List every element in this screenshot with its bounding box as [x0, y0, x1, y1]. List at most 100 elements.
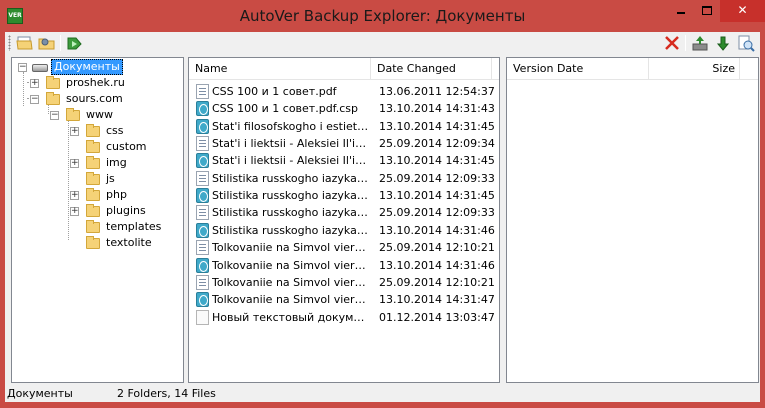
tree-item-php[interactable]: + php — [14, 187, 182, 203]
delete-button[interactable] — [662, 34, 682, 52]
backup-button[interactable] — [690, 34, 710, 52]
expand-icon[interactable]: + — [70, 207, 79, 216]
folder-icon — [86, 172, 100, 185]
tree-item-textolite[interactable]: textolite — [14, 235, 182, 251]
file-row[interactable]: Stilistika russkogho iazyka - Irin... 13.… — [189, 187, 499, 204]
file-row[interactable]: Stilistika russkogho iazyka - Irin... 25.… — [189, 170, 499, 187]
file-date-changed: 25.09.2014 12:09:34 — [379, 137, 495, 151]
folder-icon — [86, 236, 100, 249]
folder-icon — [86, 140, 100, 153]
expand-icon[interactable]: + — [70, 191, 79, 200]
restore-icon — [67, 37, 82, 50]
file-date-changed: 25.09.2014 12:09:33 — [379, 206, 495, 220]
file-date-changed: 13.10.2014 14:31:45 — [379, 154, 495, 168]
file-row[interactable]: Stilistika russkogho iazyka - Irin... 13.… — [189, 222, 499, 239]
restore-button[interactable] — [65, 34, 85, 52]
file-row[interactable]: CSS 100 и 1 совет.pdf.csp 13.10.2014 14:3… — [189, 100, 499, 117]
tree-item-css[interactable]: + css — [14, 123, 182, 139]
download-button[interactable] — [713, 34, 733, 52]
settings-folder-button[interactable] — [37, 34, 57, 52]
file-row[interactable]: Tolkovaniie na Simvol viery - Vl... 25.09… — [189, 239, 499, 256]
file-date-changed: 01.12.2014 13:03:47 — [379, 310, 495, 324]
tree-item-js[interactable]: js — [14, 171, 182, 187]
collapse-icon[interactable]: − — [18, 63, 27, 72]
file-date-changed: 13.10.2014 14:31:43 — [379, 102, 495, 116]
file-row[interactable]: Tolkovaniie na Simvol viery - Vl... 13.10… — [189, 291, 499, 308]
column-header-version-date[interactable]: Version Date — [507, 58, 647, 80]
close-button[interactable]: ✕ — [720, 0, 765, 22]
tree-label: css — [106, 124, 124, 137]
window-title: AutoVer Backup Explorer: Документы — [239, 7, 526, 25]
file-name: Stilistika russkogho iazyka - Irin... — [212, 206, 369, 220]
column-header-date-changed[interactable]: Date Changed — [371, 58, 491, 80]
compare-button[interactable] — [736, 34, 756, 52]
file-name: Stat'i filosofskogho i estietichie... — [212, 119, 369, 133]
file-row[interactable]: CSS 100 и 1 совет.pdf 13.06.2011 12:54:37 — [189, 83, 499, 100]
tree-label: sours.com — [66, 92, 123, 105]
folder-icon — [86, 188, 100, 201]
file-list-header: Name Date Changed — [189, 58, 499, 80]
document-file-icon — [196, 240, 209, 256]
file-name: Tolkovaniie na Simvol viery - Vl... — [212, 241, 369, 255]
column-header-name[interactable]: Name — [189, 58, 369, 80]
versioned-file-icon — [196, 101, 209, 117]
column-divider[interactable] — [491, 58, 492, 80]
expand-icon[interactable]: + — [70, 159, 79, 168]
expand-icon[interactable]: + — [70, 127, 79, 136]
file-row[interactable]: Stat'i filosofskogho i estietichie... 13.… — [189, 118, 499, 135]
file-row[interactable]: Stat'i i liektsii - Aleksiei Il'ich Os..… — [189, 152, 499, 169]
toolbar-grip[interactable] — [8, 35, 11, 51]
file-date-changed: 13.10.2014 14:31:45 — [379, 189, 495, 203]
file-date-changed: 25.09.2014 12:09:33 — [379, 171, 495, 185]
file-date-changed: 13.06.2011 12:54:37 — [379, 85, 495, 98]
folder-icon — [46, 92, 60, 105]
version-list[interactable]: Version Date Size — [506, 57, 759, 383]
maximize-icon — [702, 6, 712, 15]
file-row[interactable]: Новый текстовый документ.txt 01.12.2014 1… — [189, 309, 499, 326]
status-bar: Документы 2 Folders, 14 Files — [5, 385, 760, 402]
tree-item-templates[interactable]: templates — [14, 219, 182, 235]
tree-item-www[interactable]: − www — [14, 107, 182, 123]
collapse-icon[interactable]: − — [30, 95, 39, 104]
file-row[interactable]: Stat'i i liektsii - Aleksiei Il'ich Os..… — [189, 135, 499, 152]
file-name: Tolkovaniie na Simvol viery - Vl... — [212, 275, 369, 289]
minimize-button[interactable] — [668, 0, 694, 22]
maximize-button[interactable] — [694, 0, 720, 22]
backup-icon — [692, 36, 708, 51]
title-bar[interactable]: VER AutoVer Backup Explorer: Документы ✕ — [0, 0, 765, 32]
text-file-icon — [196, 309, 209, 325]
file-name: Stilistika russkogho iazyka - Irin... — [212, 189, 369, 203]
file-row[interactable]: Tolkovaniie na Simvol viery - Vl... 13.10… — [189, 257, 499, 274]
open-folder-button[interactable] — [15, 34, 35, 52]
column-header-size[interactable]: Size — [649, 58, 739, 80]
column-divider[interactable] — [739, 58, 740, 80]
collapse-icon[interactable]: − — [50, 111, 59, 120]
file-name: CSS 100 и 1 совет.pdf — [212, 85, 337, 98]
file-row[interactable]: Tolkovaniie na Simvol viery - Vl... 25.09… — [189, 274, 499, 291]
versioned-file-icon — [196, 188, 209, 204]
tree-item-img[interactable]: + img — [14, 155, 182, 171]
versioned-file-icon — [196, 257, 209, 273]
file-name: Tolkovaniie na Simvol viery - Vl... — [212, 293, 369, 307]
tree-label: Документы — [51, 59, 123, 75]
tree-label: img — [106, 156, 127, 169]
tree-root-documents[interactable]: − Документы — [14, 59, 182, 75]
tree-item-plugins[interactable]: + plugins — [14, 203, 182, 219]
file-date-changed: 13.10.2014 14:31:45 — [379, 119, 495, 133]
file-list[interactable]: Name Date Changed CSS 100 и 1 совет.pdf 1… — [188, 57, 500, 383]
tree-item-sours[interactable]: − sours.com — [14, 91, 182, 107]
toolbar — [5, 32, 760, 54]
file-date-changed: 13.10.2014 14:31:47 — [379, 293, 495, 307]
delete-icon — [665, 36, 679, 50]
expand-icon[interactable]: + — [30, 79, 39, 88]
file-date-changed: 25.09.2014 12:10:21 — [379, 275, 495, 289]
folder-tree[interactable]: − Документы + proshek.ru − sours.com − w… — [11, 57, 184, 383]
document-file-icon — [196, 170, 209, 186]
tree-item-proshek[interactable]: + proshek.ru — [14, 75, 182, 91]
versioned-file-icon — [196, 222, 209, 238]
file-row[interactable]: Stilistika russkogho iazyka - Irin... 25.… — [189, 204, 499, 221]
close-icon: ✕ — [737, 3, 748, 17]
tree-label: proshek.ru — [66, 76, 125, 89]
tree-label: plugins — [106, 204, 146, 217]
tree-item-custom[interactable]: custom — [14, 139, 182, 155]
